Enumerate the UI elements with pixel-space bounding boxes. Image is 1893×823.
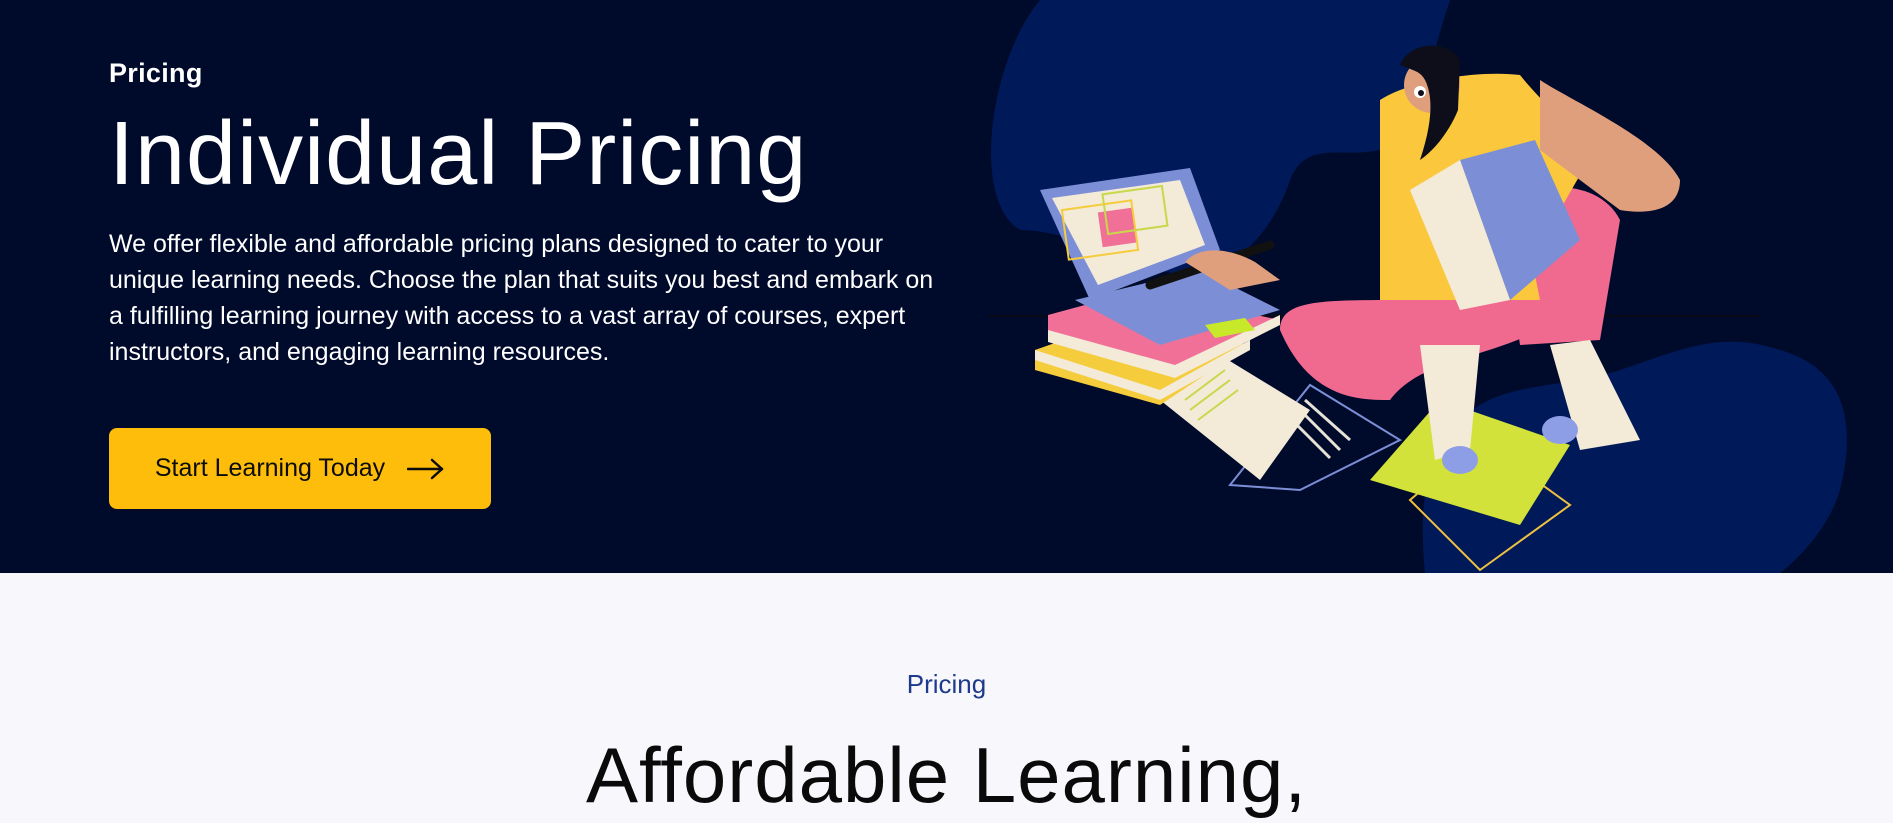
hero-section: Pricing Individual Pricing We offer flex… [0, 0, 1893, 573]
start-learning-label: Start Learning Today [154, 454, 386, 482]
hero-text-block: Pricing Individual Pricing We offer flex… [109, 58, 949, 370]
section-eyebrow: Pricing [906, 669, 987, 699]
arrow-right-icon [407, 458, 444, 479]
start-learning-button[interactable]: Start Learning Today [109, 428, 491, 509]
section-title: Affordable Learning, [585, 731, 1308, 819]
hero-eyebrow: Pricing [109, 58, 203, 88]
student-illustration [988, 0, 1847, 573]
hero-title: Individual Pricing [109, 104, 808, 204]
pricing-section: Pricing Affordable Learning, [0, 573, 1893, 823]
hero-description: We offer flexible and affordable pricing… [109, 229, 934, 366]
